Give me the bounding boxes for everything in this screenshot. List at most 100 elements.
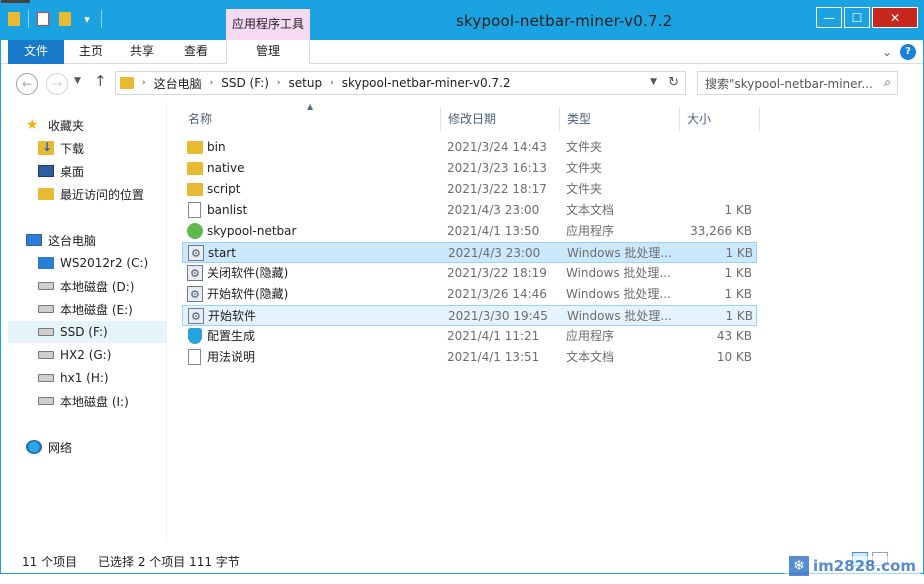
watermark: ❄ im2828.com xyxy=(784,556,920,576)
qat-dropdown-icon[interactable]: ▾ xyxy=(79,11,95,27)
nav-favorites[interactable]: ★ 收藏夹 xyxy=(26,114,84,136)
batch-file-icon xyxy=(187,286,203,302)
help-icon[interactable]: ? xyxy=(900,44,916,60)
expand-ribbon-icon[interactable]: ⌄ xyxy=(882,45,892,59)
nav-this-pc[interactable]: 这台电脑 xyxy=(26,229,96,251)
file-name: native xyxy=(207,161,245,175)
breadcrumb-item[interactable]: 这台电脑 xyxy=(154,75,202,92)
maximize-button[interactable]: ☐ xyxy=(844,7,870,28)
address-bar[interactable]: › 这台电脑 › SSD (F:) › setup › skypool-netb… xyxy=(115,71,686,95)
tab-home[interactable]: 主页 xyxy=(68,40,114,64)
file-size: 1 KB xyxy=(725,246,753,260)
file-row[interactable]: 开始软件(隐藏) 2021/3/26 14:46 Windows 批处理... … xyxy=(182,284,757,305)
file-date: 2021/4/1 13:51 xyxy=(447,350,540,364)
nav-network[interactable]: 网络 xyxy=(26,436,72,458)
new-folder-icon[interactable] xyxy=(57,11,73,27)
address-row: ← → ▼ ↑ › 这台电脑 › SSD (F:) › setup › skyp… xyxy=(0,64,924,102)
refresh-icon[interactable]: ↻ xyxy=(668,75,679,90)
address-dropdown-icon[interactable]: ▼ xyxy=(650,77,657,87)
item-count: 11 个项目 xyxy=(22,555,78,569)
file-row[interactable]: 关闭软件(隐藏) 2021/3/22 18:19 Windows 批处理... … xyxy=(182,263,757,284)
nav-drive-d[interactable]: 本地磁盘 (D:) xyxy=(38,275,134,297)
breadcrumb-item[interactable]: skypool-netbar-miner-v0.7.2 xyxy=(342,76,511,90)
file-row[interactable]: start 2021/4/3 23:00 Windows 批处理... 1 KB xyxy=(182,242,757,263)
file-row[interactable]: native 2021/3/23 16:13 文件夹 xyxy=(182,158,757,179)
breadcrumb-separator[interactable]: › xyxy=(330,78,334,88)
file-size: 1 KB xyxy=(724,203,752,217)
file-row[interactable]: script 2021/3/22 18:17 文件夹 xyxy=(182,179,757,200)
watermark-text: im2828.com xyxy=(812,557,916,575)
shield-app-icon xyxy=(187,328,203,344)
nav-drive-g[interactable]: HX2 (G:) xyxy=(38,344,111,366)
nav-drive-e[interactable]: 本地磁盘 (E:) xyxy=(38,298,133,320)
nav-label: 收藏夹 xyxy=(48,118,85,133)
network-icon xyxy=(26,440,42,454)
file-row[interactable]: 用法说明 2021/4/1 13:51 文本文档 10 KB xyxy=(182,347,757,368)
file-type: 应用程序 xyxy=(566,224,615,238)
search-input[interactable]: 搜索"skypool-netbar-miner... ⌕ xyxy=(697,71,898,95)
nav-label: 下载 xyxy=(60,141,85,156)
nav-recent[interactable]: 最近访问的位置 xyxy=(38,183,144,205)
tab-manage[interactable]: 管理 xyxy=(226,40,310,64)
breadcrumb-separator[interactable]: › xyxy=(210,78,214,88)
window-controls: — ☐ ✕ xyxy=(816,7,918,28)
file-size: 1 KB xyxy=(724,287,752,301)
nav-drive-i[interactable]: 本地磁盘 (I:) xyxy=(38,390,129,412)
nav-desktop[interactable]: 桌面 xyxy=(38,160,84,182)
search-icon[interactable]: ⌕ xyxy=(884,75,891,90)
file-date: 2021/3/30 19:45 xyxy=(448,309,548,323)
title-strip xyxy=(0,0,30,3)
properties-icon[interactable] xyxy=(35,11,51,27)
breadcrumb-separator[interactable]: › xyxy=(142,78,146,88)
file-date: 2021/3/23 16:13 xyxy=(447,161,547,175)
forward-button[interactable]: → xyxy=(46,73,68,95)
tab-view[interactable]: 查看 xyxy=(170,40,222,64)
close-button[interactable]: ✕ xyxy=(872,7,918,28)
file-row[interactable]: bin 2021/3/24 14:43 文件夹 xyxy=(182,137,757,158)
file-type: Windows 批处理... xyxy=(567,246,672,260)
file-row[interactable]: banlist 2021/4/3 23:00 文本文档 1 KB xyxy=(182,200,757,221)
tab-file[interactable]: 文件 xyxy=(8,40,64,64)
file-row[interactable]: 开始软件 2021/3/30 19:45 Windows 批处理... 1 KB xyxy=(182,305,757,326)
back-button[interactable]: ← xyxy=(16,73,38,95)
recent-locations-dropdown[interactable]: ▼ xyxy=(74,76,81,86)
system-drive-icon xyxy=(38,257,54,269)
breadcrumb-item[interactable]: SSD (F:) xyxy=(221,76,269,90)
file-type: 文件夹 xyxy=(566,161,603,175)
nav-label: HX2 (G:) xyxy=(60,348,112,362)
breadcrumb-separator[interactable]: › xyxy=(277,78,281,88)
pane-splitter[interactable] xyxy=(166,102,167,542)
file-row[interactable]: 配置生成 2021/4/1 11:21 应用程序 43 KB xyxy=(182,326,757,347)
file-name: skypool-netbar xyxy=(207,224,297,238)
column-header-size[interactable]: 大小 xyxy=(680,107,760,131)
nav-downloads[interactable]: 下载 xyxy=(38,137,84,159)
file-name: banlist xyxy=(207,203,248,217)
drive-icon xyxy=(38,397,54,405)
file-name: 开始软件(隐藏) xyxy=(207,287,289,301)
column-header-name[interactable]: 名称 xyxy=(181,107,441,131)
nav-label: 这台电脑 xyxy=(48,233,97,248)
drive-icon xyxy=(38,351,54,359)
nav-label: 本地磁盘 (E:) xyxy=(60,302,133,317)
column-header-date[interactable]: 修改日期 xyxy=(441,107,560,131)
file-row[interactable]: skypool-netbar 2021/4/1 13:50 应用程序 33,26… xyxy=(182,221,757,242)
search-placeholder: 搜索"skypool-netbar-miner... xyxy=(705,77,873,91)
nav-drive-c[interactable]: WS2012r2 (C:) xyxy=(38,252,148,274)
nav-drive-f[interactable]: SSD (F:) xyxy=(8,321,166,343)
breadcrumb: › 这台电脑 › SSD (F:) › setup › skypool-netb… xyxy=(142,75,511,92)
file-name: bin xyxy=(207,140,226,154)
up-button[interactable]: ↑ xyxy=(94,72,107,90)
file-date: 2021/3/24 14:43 xyxy=(447,140,547,154)
nav-drive-h[interactable]: hx1 (H:) xyxy=(38,367,109,389)
minimize-button[interactable]: — xyxy=(816,7,842,28)
nav-label: 网络 xyxy=(48,440,73,455)
star-icon: ★ xyxy=(26,117,39,133)
column-header-type[interactable]: 类型 xyxy=(560,107,680,131)
file-name: 用法说明 xyxy=(207,350,256,364)
computer-icon xyxy=(26,234,42,246)
tab-share[interactable]: 共享 xyxy=(118,40,166,64)
breadcrumb-item[interactable]: setup xyxy=(289,76,323,90)
file-date: 2021/4/3 23:00 xyxy=(448,246,541,260)
folder-icon[interactable] xyxy=(6,11,22,27)
file-size: 1 KB xyxy=(725,309,753,323)
